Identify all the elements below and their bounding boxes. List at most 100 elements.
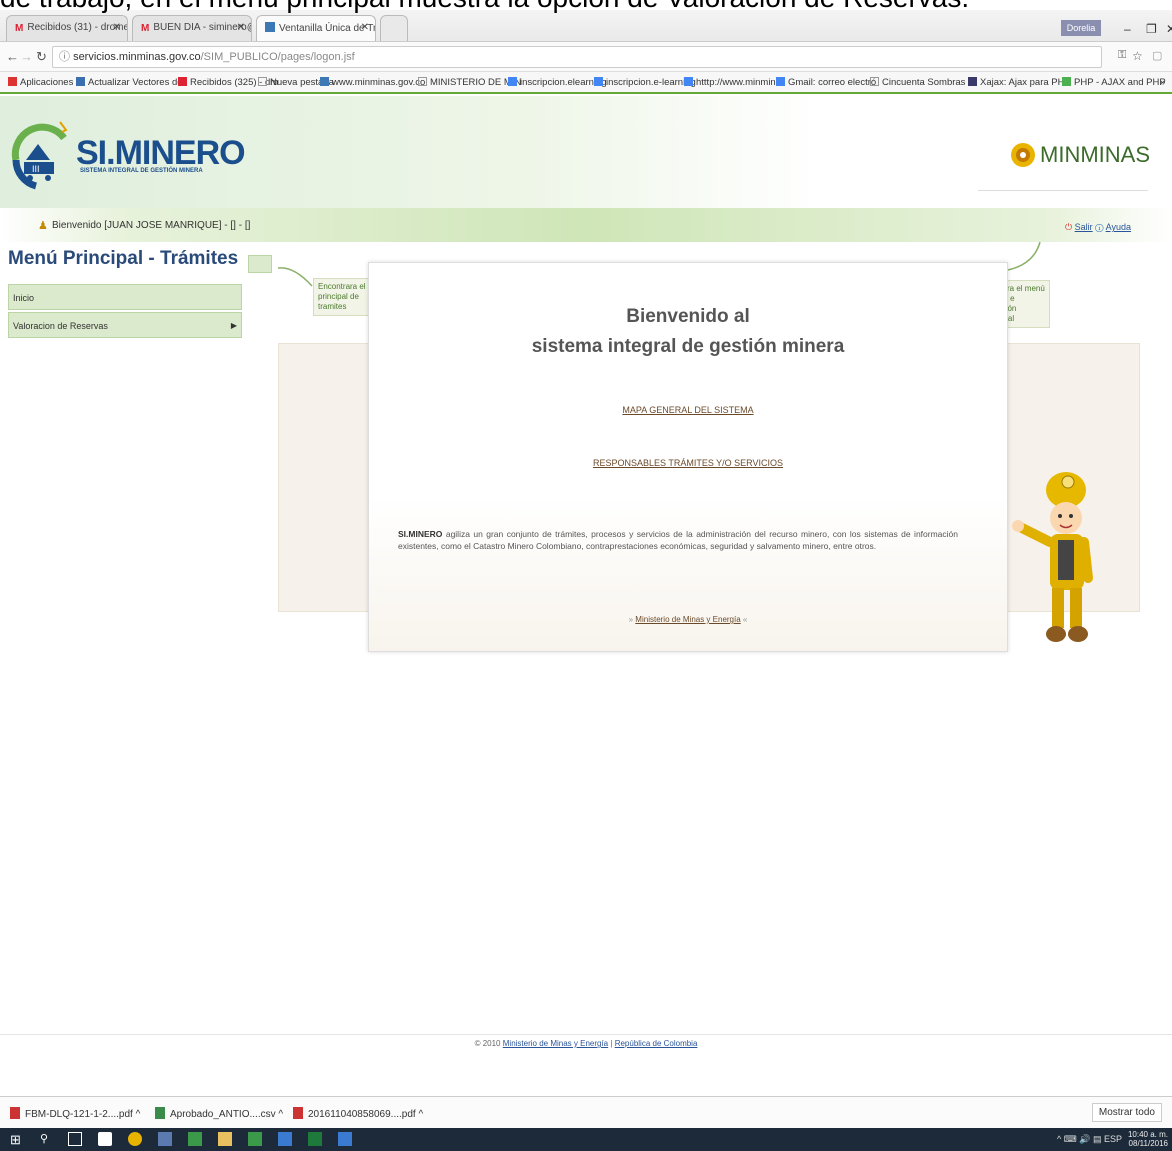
- menu-title: Menú Principal - Trámites: [8, 248, 239, 269]
- download-item[interactable]: FBM-DLQ-121-1-2....pdf ^: [10, 1107, 140, 1120]
- bookmark-item[interactable]: MINISTERIO DE MIN: [418, 77, 521, 88]
- download-item[interactable]: 201611040858069....pdf ^: [293, 1107, 423, 1120]
- clock[interactable]: 10:40 a. m. 08/11/2016: [1128, 1130, 1168, 1148]
- url-input[interactable]: ⓘ servicios.minminas.gov.co/SIM_PUBLICO/…: [52, 46, 1102, 68]
- screen: M Recibidos (31) - dromero ✕ M BUEN DIA - s…: [0, 0, 1172, 1151]
- coat-of-arms-icon: [1011, 143, 1035, 167]
- more-bookmarks-icon[interactable]: »: [1160, 77, 1165, 88]
- user-icon: ♟: [38, 220, 48, 232]
- callout-arrow-icon: [1007, 241, 1041, 271]
- help-icon[interactable]: ⓘ: [1095, 222, 1103, 232]
- welcome-title-line2: sistema integral de gestión minera: [531, 336, 845, 357]
- pdf-icon: [10, 1107, 20, 1119]
- menu-item-label: Inicio: [13, 293, 35, 303]
- task-view-icon[interactable]: [68, 1132, 82, 1146]
- back-icon[interactable]: ←: [6, 49, 19, 64]
- siminero-logo-icon: III: [11, 121, 68, 190]
- menu-item-label: Valoracion de Reservas: [13, 321, 108, 331]
- svg-text:III: III: [32, 164, 40, 174]
- app-icon[interactable]: [248, 1132, 262, 1146]
- system-map-link[interactable]: MAPA GENERAL DEL SISTEMA: [622, 405, 753, 415]
- show-all-button[interactable]: Mostrar todo: [1091, 1103, 1162, 1122]
- bookmark-apps[interactable]: Aplicaciones: [8, 77, 73, 88]
- google-icon: [508, 77, 517, 86]
- exit-icon[interactable]: ⏻: [1065, 222, 1072, 232]
- windows-taskbar: ⊞ ⚲ ^ ⌨ 🔊 ▤ ESP 10:40 a. m. 08/11/2016: [0, 1128, 1172, 1151]
- site-icon: [320, 77, 329, 86]
- chrome-icon[interactable]: [128, 1132, 142, 1146]
- address-bar: ← → ↻ ⓘ servicios.minminas.gov.co/SIM_PU…: [0, 42, 1172, 72]
- app-icon: [968, 77, 977, 86]
- map-link-container: MAPA GENERAL DEL SISTEMA: [368, 405, 1008, 415]
- folder-icon[interactable]: [218, 1132, 232, 1146]
- chevron-up-icon[interactable]: ^: [418, 1109, 423, 1120]
- caption-text: de trabajo, en el menú principal muestra…: [0, 0, 969, 14]
- windows-start-icon[interactable]: ⊞: [10, 1132, 24, 1147]
- page-footer: © 2010 Ministerio de Minas y Energía | R…: [0, 1034, 1172, 1054]
- miner-mascot-icon: [1012, 472, 1093, 642]
- logo-subtitle: SISTEMA INTEGRAL DE GESTIÓN MINERA: [80, 168, 203, 174]
- excel-icon[interactable]: [308, 1132, 322, 1146]
- pdf-icon: [293, 1107, 303, 1119]
- google-icon: [684, 77, 693, 86]
- separator: |: [610, 1039, 613, 1048]
- submenu-arrow-icon: ▶: [230, 321, 237, 330]
- responsables-link[interactable]: RESPONSABLES TRÁMITES Y/O SERVICIOS: [593, 458, 783, 468]
- bookmark-item[interactable]: Actualizar Vectores de: [76, 77, 183, 88]
- chevron-up-icon[interactable]: ^: [278, 1109, 283, 1120]
- forward-icon[interactable]: →: [20, 49, 33, 64]
- ministry-link-container: » Ministerio de Minas y Energía «: [628, 615, 748, 624]
- app-icon[interactable]: [188, 1132, 202, 1146]
- system-tray[interactable]: ^ ⌨ 🔊 ▤ ESP: [1057, 1134, 1122, 1145]
- star-icon[interactable]: ☆: [1132, 49, 1143, 63]
- ministry-name: MINMINAS: [1040, 142, 1150, 167]
- store-icon[interactable]: [98, 1132, 112, 1146]
- url-path: /SIM_PUBLICO/pages/logon.jsf: [200, 51, 355, 63]
- bookmark-item[interactable]: inscripcion.e-learning: [594, 77, 696, 88]
- bookmark-item[interactable]: www.minminas.gov.co: [320, 77, 425, 88]
- copyright-text: © 2010: [474, 1039, 501, 1048]
- desc-brand: SI.MINERO: [398, 529, 443, 539]
- chevron-up-icon[interactable]: ^: [136, 1109, 141, 1120]
- bookmark-item[interactable]: Gmail: correo electró: [776, 77, 876, 88]
- bookmark-item[interactable]: inscripcion.elearning: [508, 77, 607, 88]
- extension-icon[interactable]: ▢: [1152, 49, 1162, 62]
- key-icon[interactable]: ⚿: [1118, 49, 1126, 62]
- menu-item-valoracion-reservas[interactable]: Valoracion de Reservas ▶: [8, 312, 242, 338]
- search-icon[interactable]: ⚲: [40, 1132, 54, 1146]
- app-icon: [76, 77, 85, 86]
- download-item[interactable]: Aprobado_ANTIO....csv ^: [155, 1107, 283, 1120]
- welcome-title-line1: Bienvenido al: [626, 306, 750, 327]
- bookmark-item[interactable]: Xajax: Ajax para PHP: [968, 77, 1071, 88]
- divider: [978, 190, 1148, 191]
- footer-republic-link[interactable]: República de Colombia: [615, 1039, 698, 1048]
- welcome-text: Bienvenido [JUAN JOSE MANRIQUE] - [] - […: [52, 220, 251, 231]
- reload-icon[interactable]: ↻: [36, 49, 47, 65]
- app-icon[interactable]: [338, 1132, 352, 1146]
- menu-item-inicio[interactable]: Inicio: [8, 284, 242, 310]
- csv-icon: [155, 1107, 165, 1119]
- bookmark-item[interactable]: htttp://www.minmina: [684, 77, 781, 88]
- responsables-link-container: RESPONSABLES TRÁMITES Y/O SERVICIOS: [368, 458, 1008, 468]
- url-domain: servicios.minminas.gov.co: [73, 51, 201, 63]
- page-icon: [418, 77, 427, 86]
- page-icon: [258, 77, 267, 86]
- exit-link[interactable]: Salir: [1075, 222, 1093, 232]
- info-icon[interactable]: ⓘ: [59, 51, 73, 63]
- php-icon: [1062, 77, 1071, 86]
- footer-ministry-link[interactable]: Ministerio de Minas y Energía: [503, 1039, 608, 1048]
- bookmark-item[interactable]: Cincuenta Sombras C: [870, 77, 975, 88]
- ministry-link[interactable]: Ministerio de Minas y Energía: [635, 615, 740, 624]
- menu-toggle-button[interactable]: [248, 255, 272, 273]
- bookmark-item[interactable]: PHP - AJAX and PHP: [1062, 77, 1166, 88]
- help-link[interactable]: Ayuda: [1106, 222, 1131, 232]
- desc-body: agiliza un gran conjunto de trámites, pr…: [398, 529, 958, 551]
- gmail-icon: [178, 77, 187, 86]
- downloads-bar: FBM-DLQ-121-1-2....pdf ^ Aprobado_ANTIO.…: [0, 1096, 1172, 1128]
- app-icon[interactable]: [278, 1132, 292, 1146]
- callout-arrow-icon: [277, 267, 313, 287]
- app-icon[interactable]: [158, 1132, 172, 1146]
- google-icon: [776, 77, 785, 86]
- google-icon: [594, 77, 603, 86]
- user-links: ⏻ Salir ⓘ Ayuda: [1065, 222, 1131, 233]
